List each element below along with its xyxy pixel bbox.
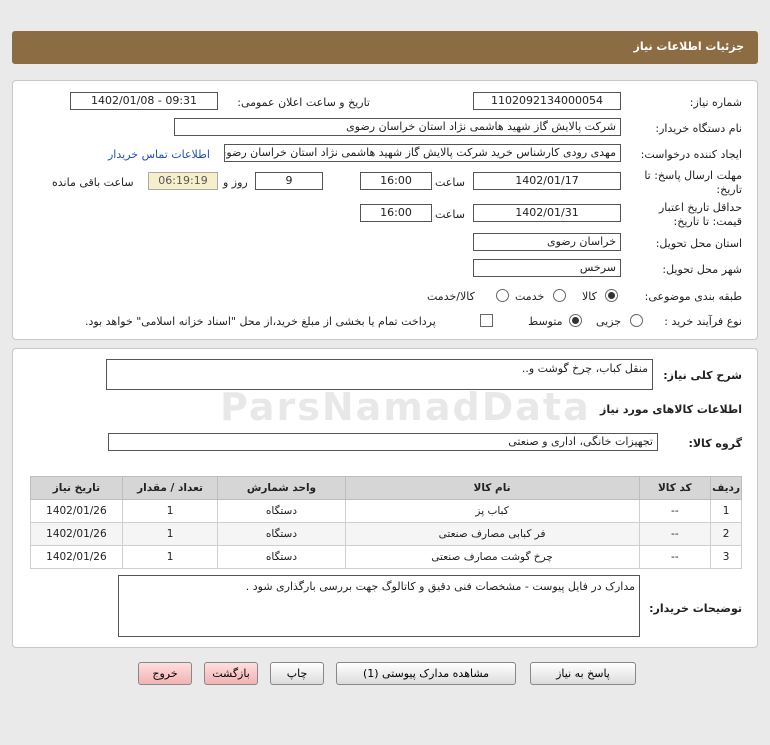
- remaining-label: ساعت باقی مانده: [52, 176, 134, 189]
- validity-date-field: 1402/01/31: [473, 204, 621, 222]
- delivery-city-field: سرخس: [473, 259, 621, 277]
- reply-deadline-label-date: تاریخ:: [716, 183, 742, 196]
- cell-qty: 1: [121, 522, 219, 546]
- cell-unit: دستگاه: [217, 499, 346, 523]
- cell-name: چرخ گوشت مصارف صنعتی: [344, 545, 640, 569]
- cell-unit: دستگاه: [217, 545, 346, 569]
- category-goods-service-radio[interactable]: [496, 289, 509, 302]
- process-minor-radio[interactable]: [630, 314, 643, 327]
- category-label: طبقه بندی موضوعی:: [644, 290, 742, 303]
- cell-qty: 1: [121, 545, 219, 569]
- description-field: منقل کباب، چرخ گوشت و..: [106, 359, 653, 390]
- delivery-province-field: خراسان رضوی: [473, 233, 621, 251]
- cell-name: کباب پز: [344, 499, 640, 523]
- process-medium-radio[interactable]: [569, 314, 582, 327]
- requester-field: مهدی رودی کارشناس خرید شرکت پالایش گاز ش…: [224, 144, 621, 162]
- buyer-notes-field: مدارک در فایل پیوست - مشخصات فنی دقیق و …: [118, 575, 640, 637]
- exit-button[interactable]: خروج: [138, 662, 192, 685]
- col-name-header: نام کالا: [344, 476, 640, 500]
- requester-label: ایجاد کننده درخواست:: [640, 148, 742, 161]
- col-unit-header: واحد شمارش: [217, 476, 346, 500]
- days-label: روز و: [223, 176, 248, 189]
- print-button[interactable]: چاپ: [270, 662, 324, 685]
- goods-info-title: اطلاعات کالاهای مورد نیاز: [600, 403, 742, 416]
- table-row: 2 -- فر کبابی مصارف صنعتی دستگاه 1 1402/…: [30, 522, 742, 546]
- cell-date: 1402/01/26: [30, 522, 123, 546]
- goods-table: ردیف کد کالا نام کالا واحد شمارش تعداد /…: [30, 476, 742, 569]
- need-number-label: شماره نیاز:: [689, 96, 742, 109]
- buyer-notes-label: توضیحات خریدار:: [649, 602, 742, 615]
- page-title: جزئیات اطلاعات نیاز: [12, 31, 758, 64]
- reply-time-label: ساعت: [435, 176, 465, 189]
- col-row-header: ردیف: [710, 476, 742, 500]
- col-qty-header: تعداد / مقدار: [121, 476, 219, 500]
- cell-date: 1402/01/26: [30, 499, 123, 523]
- category-goods-service-label: کالا/خدمت: [427, 290, 475, 303]
- view-attachments-button[interactable]: مشاهده مدارک پیوستی (1): [336, 662, 516, 685]
- reply-button[interactable]: پاسخ به نیاز: [530, 662, 636, 685]
- table-row: 1 -- کباب پز دستگاه 1 1402/01/26: [30, 499, 742, 523]
- delivery-city-label: شهر محل تحویل:: [662, 263, 742, 276]
- delivery-province-label: استان محل تحویل:: [655, 237, 742, 250]
- validity-time-label: ساعت: [435, 208, 465, 221]
- need-number-field: 1102092134000054: [473, 92, 621, 110]
- category-service-label: خدمت: [515, 290, 545, 303]
- col-code-header: کد کالا: [638, 476, 712, 500]
- price-validity-label: حداقل تاریخ اعتبار: [658, 201, 742, 214]
- cell-row: 1: [710, 499, 742, 523]
- validity-time-field: 16:00: [360, 204, 432, 222]
- table-row: 3 -- چرخ گوشت مصارف صنعتی دستگاه 1 1402/…: [30, 545, 742, 569]
- process-minor-label: جزیی: [596, 315, 622, 328]
- category-goods-radio[interactable]: [605, 289, 618, 302]
- announce-label: تاریخ و ساعت اعلان عمومی:: [237, 96, 370, 109]
- cell-unit: دستگاه: [217, 522, 346, 546]
- announce-datetime-field: 1402/01/08 - 09:31: [70, 92, 218, 110]
- process-medium-label: متوسط: [528, 315, 563, 328]
- cell-code: --: [638, 499, 712, 523]
- reply-time-field: 16:00: [360, 172, 432, 190]
- price-validity-label-date: قیمت: تا تاریخ:: [673, 215, 742, 228]
- buyer-contact-link[interactable]: اطلاعات تماس خریدار: [108, 148, 210, 161]
- buyer-org-field: شرکت پالایش گاز شهید هاشمی نژاد استان خر…: [174, 118, 621, 136]
- remaining-time-field: 06:19:19: [148, 172, 218, 190]
- back-button[interactable]: بازگشت: [204, 662, 258, 685]
- reply-date-field: 1402/01/17: [473, 172, 621, 190]
- buyer-org-label: نام دستگاه خریدار:: [655, 122, 742, 135]
- table-header-row: ردیف کد کالا نام کالا واحد شمارش تعداد /…: [30, 476, 742, 500]
- cell-row: 2: [710, 522, 742, 546]
- days-field: 9: [255, 172, 323, 190]
- col-date-header: تاریخ نیاز: [30, 476, 123, 500]
- category-goods-label: کالا: [582, 290, 597, 303]
- cell-code: --: [638, 522, 712, 546]
- treasury-payment-checkbox[interactable]: [480, 314, 493, 327]
- description-label: شرح کلی نیاز:: [663, 369, 742, 382]
- reply-deadline-label: مهلت ارسال پاسخ: تا: [644, 169, 742, 182]
- process-type-label: نوع فرآیند خرید :: [664, 315, 742, 328]
- category-service-radio[interactable]: [553, 289, 566, 302]
- cell-date: 1402/01/26: [30, 545, 123, 569]
- goods-group-label: گروه کالا:: [688, 437, 742, 450]
- cell-name: فر کبابی مصارف صنعتی: [344, 522, 640, 546]
- cell-qty: 1: [121, 499, 219, 523]
- treasury-payment-note: پرداخت تمام یا بخشی از مبلغ خرید،از محل …: [85, 315, 436, 328]
- cell-row: 3: [710, 545, 742, 569]
- goods-group-field: تجهیزات خانگی، اداری و صنعتی: [108, 433, 658, 451]
- cell-code: --: [638, 545, 712, 569]
